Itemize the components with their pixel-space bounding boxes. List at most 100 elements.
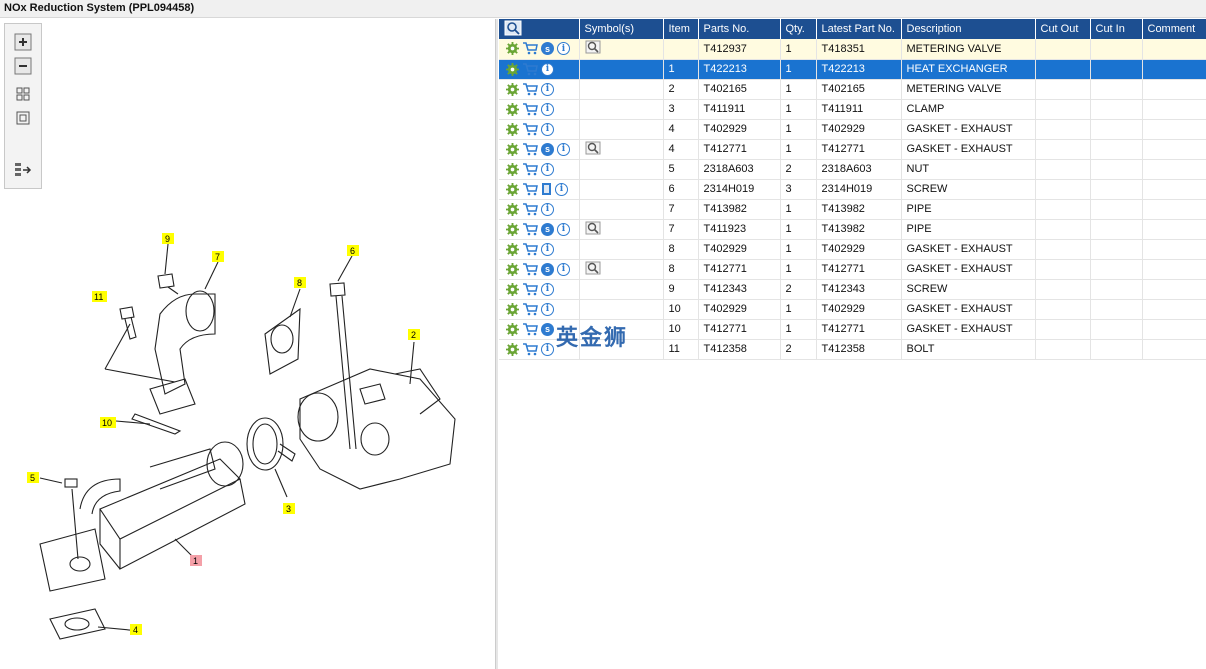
document-icon[interactable] <box>541 182 552 196</box>
cart-icon[interactable] <box>522 102 538 116</box>
column-header-description[interactable]: Description <box>901 19 1036 39</box>
zoom-in-icon[interactable] <box>13 32 33 52</box>
cut-in-cell <box>1090 119 1143 140</box>
magnifier-icon[interactable] <box>585 261 601 278</box>
info-icon[interactable]: i <box>541 242 554 256</box>
cart-icon[interactable] <box>522 222 538 236</box>
latest-part-cell: T412771 <box>816 259 902 280</box>
gear-icon[interactable] <box>506 82 519 96</box>
fit-all-icon[interactable] <box>13 84 33 104</box>
table-row[interactable]: i 5 2318A603 2 2318A603 NUT <box>499 159 1206 180</box>
table-row[interactable]: i 4 T402929 1 T402929 GASKET - EXHAUST <box>499 119 1206 140</box>
gear-icon[interactable] <box>506 282 519 296</box>
cart-icon[interactable] <box>522 162 538 176</box>
cart-icon[interactable] <box>522 282 538 296</box>
info-icon[interactable]: i <box>541 62 554 76</box>
cart-icon[interactable] <box>522 262 538 276</box>
info-icon[interactable]: i <box>557 222 570 236</box>
info-icon[interactable]: i <box>557 142 570 156</box>
table-row[interactable]: i 9 T412343 2 T412343 SCREW <box>499 279 1206 300</box>
gear-icon[interactable] <box>506 62 519 76</box>
table-row[interactable]: i 7 T413982 1 T413982 PIPE <box>499 199 1206 220</box>
table-row[interactable]: i 1 T422213 1 T422213 HEAT EXCHANGER <box>499 59 1206 80</box>
table-row[interactable]: s i 8 T412771 1 T412771 GASKET - EXHAUST <box>499 259 1206 280</box>
column-header-comment[interactable]: Comment <box>1142 19 1206 39</box>
info-icon[interactable]: i <box>541 162 554 176</box>
info-icon[interactable]: i <box>555 182 568 196</box>
zoom-out-icon[interactable] <box>13 56 33 76</box>
info-icon[interactable]: i <box>541 122 554 136</box>
supersession-icon[interactable]: s <box>541 262 554 276</box>
cart-icon[interactable] <box>522 242 538 256</box>
supersession-icon[interactable]: s <box>541 42 554 56</box>
table-row[interactable]: i 6 2314H019 3 2314H019 SCREW <box>499 179 1206 200</box>
pane-splitter[interactable] <box>495 19 498 669</box>
gear-icon[interactable] <box>506 162 519 176</box>
table-row[interactable]: s i 7 T411923 1 T413982 PIPE <box>499 219 1206 240</box>
supersession-icon[interactable]: s <box>541 222 554 236</box>
gear-icon[interactable] <box>506 202 519 216</box>
column-header-symbols[interactable]: Symbol(s) <box>579 19 664 39</box>
column-header-parts-no[interactable]: Parts No. <box>698 19 781 39</box>
parts-no-cell: T411923 <box>698 219 781 240</box>
info-icon[interactable]: i <box>541 342 554 356</box>
table-row[interactable]: s i T412937 1 T418351 METERING VALVE <box>499 39 1206 60</box>
parts-no-cell: T413982 <box>698 199 781 220</box>
cart-icon[interactable] <box>522 322 538 336</box>
info-icon[interactable]: i <box>541 102 554 116</box>
info-icon[interactable]: i <box>541 82 554 96</box>
gear-icon[interactable] <box>506 222 519 236</box>
column-header-qty[interactable]: Qty. <box>780 19 817 39</box>
export-icon[interactable] <box>13 160 33 180</box>
supersession-icon[interactable]: s <box>541 142 554 156</box>
cart-icon[interactable] <box>522 42 538 55</box>
cart-icon[interactable] <box>522 82 538 96</box>
gear-icon[interactable] <box>506 262 519 276</box>
gear-icon[interactable] <box>506 322 519 336</box>
gear-icon[interactable] <box>506 122 519 136</box>
info-icon[interactable]: i <box>557 262 570 276</box>
cart-icon[interactable] <box>522 142 538 156</box>
magnifier-icon[interactable] <box>585 40 601 57</box>
cart-icon[interactable] <box>522 122 538 136</box>
gear-icon[interactable] <box>506 102 519 116</box>
column-header-cut-in[interactable]: Cut In <box>1090 19 1143 39</box>
table-row[interactable]: s i 4 T412771 1 T412771 GASKET - EXHAUST <box>499 139 1206 160</box>
table-row[interactable]: i 3 T411911 1 T411911 CLAMP <box>499 99 1206 120</box>
fit-window-icon[interactable] <box>13 108 33 128</box>
info-icon[interactable]: i <box>541 202 554 216</box>
magnifier-icon[interactable] <box>504 20 522 36</box>
cart-icon[interactable] <box>522 202 538 216</box>
cart-icon[interactable] <box>522 302 538 316</box>
item-cell: 2 <box>663 79 699 100</box>
diagram-callouts[interactable]: 9 7 6 11 8 2 10 5 3 1 4 <box>27 233 420 635</box>
cut-in-cell <box>1090 319 1143 340</box>
diagram-pane[interactable]: 9 7 6 11 8 2 10 5 3 1 4 <box>0 19 495 669</box>
info-icon[interactable]: i <box>557 42 570 56</box>
table-row[interactable]: i 2 T402165 1 T402165 METERING VALVE <box>499 79 1206 100</box>
gear-icon[interactable] <box>506 342 519 356</box>
latest-part-cell: T402165 <box>816 79 902 100</box>
exploded-parts-diagram[interactable]: 9 7 6 11 8 2 10 5 3 1 4 <box>0 199 495 669</box>
gear-icon[interactable] <box>506 142 519 156</box>
gear-icon[interactable] <box>506 42 519 56</box>
gear-icon[interactable] <box>506 302 519 316</box>
cart-icon[interactable] <box>522 342 538 356</box>
cut-in-cell <box>1090 79 1143 100</box>
item-cell: 10 <box>663 299 699 320</box>
column-header-cut-out[interactable]: Cut Out <box>1035 19 1091 39</box>
cart-icon[interactable] <box>522 182 538 196</box>
info-icon[interactable]: i <box>541 282 554 296</box>
gear-icon[interactable] <box>506 182 519 196</box>
supersession-icon[interactable]: s <box>541 322 554 336</box>
magnifier-icon[interactable] <box>585 141 601 158</box>
column-header-actions[interactable] <box>499 19 580 39</box>
magnifier-icon[interactable] <box>585 221 601 238</box>
info-icon[interactable]: i <box>541 302 554 316</box>
table-row[interactable]: i 10 T402929 1 T402929 GASKET - EXHAUST <box>499 299 1206 320</box>
cart-icon[interactable] <box>522 62 538 76</box>
gear-icon[interactable] <box>506 242 519 256</box>
column-header-item[interactable]: Item <box>663 19 699 39</box>
column-header-latest-part[interactable]: Latest Part No. <box>816 19 902 39</box>
table-row[interactable]: i 8 T402929 1 T402929 GASKET - EXHAUST <box>499 239 1206 260</box>
